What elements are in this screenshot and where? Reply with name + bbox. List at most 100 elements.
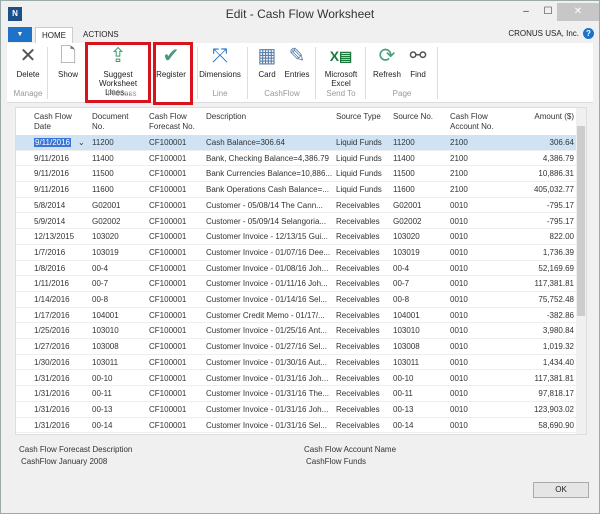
cell-source-no[interactable]: 103011 [393, 358, 419, 367]
cell-account-no[interactable]: 0010 [450, 389, 468, 398]
cell-account-no[interactable]: 2100 [450, 138, 468, 147]
cell-amount[interactable]: 10,886.31 [506, 169, 574, 178]
cell-document-no[interactable]: 00-11 [92, 389, 112, 398]
table-row[interactable]: 1/14/2016 00-8 CF100001 Customer Invoice - … [16, 292, 577, 308]
table-row[interactable]: 9/11/2016 11400 CF100001 Bank, Checking Bal… [16, 151, 577, 167]
table-row[interactable]: 1/11/2016 00-7 CF100001 Customer Invoice - … [16, 276, 577, 292]
cell-date[interactable]: 1/31/2016 [34, 374, 70, 383]
cell-date[interactable]: 12/13/2015 [34, 232, 74, 241]
help-icon[interactable]: ? [583, 28, 594, 39]
refresh-button[interactable]: ⟳ Refresh [371, 43, 403, 79]
cell-date[interactable]: 1/25/2016 [34, 326, 70, 335]
cell-document-no[interactable]: 00-14 [92, 421, 112, 430]
cell-document-no[interactable]: 00-10 [92, 374, 112, 383]
cell-source-type[interactable]: Liquid Funds [336, 138, 382, 147]
cell-source-type[interactable]: Receivables [336, 405, 380, 414]
cell-source-no[interactable]: G02001 [393, 201, 421, 210]
cell-source-no[interactable]: 00-4 [393, 264, 409, 273]
cell-description[interactable]: Customer Invoice - 01/30/16 Aut... [206, 358, 332, 367]
header-forecast-no[interactable]: Cash Flow Forecast No. [149, 112, 199, 132]
header-source-type[interactable]: Source Type [336, 112, 381, 122]
cell-document-no[interactable]: 103008 [92, 342, 119, 351]
app-menu-button[interactable]: ▼ [8, 27, 32, 42]
cell-document-no[interactable]: 11400 [92, 154, 114, 163]
cell-document-no[interactable]: 00-13 [92, 405, 112, 414]
cell-source-no[interactable]: 103019 [393, 248, 420, 257]
cell-amount[interactable]: 117,381.81 [506, 374, 574, 383]
cell-document-no[interactable]: 103010 [92, 326, 119, 335]
cell-amount[interactable]: 3,980.84 [506, 326, 574, 335]
cell-source-type[interactable]: Receivables [336, 342, 380, 351]
cell-account-no[interactable]: 0010 [450, 201, 468, 210]
cell-amount[interactable]: -795.17 [506, 217, 574, 226]
cell-date[interactable]: 9/11/2016 [34, 169, 69, 178]
scrollbar-thumb[interactable] [577, 126, 585, 316]
cell-source-type[interactable]: Receivables [336, 232, 380, 241]
cell-description[interactable]: Customer Invoice - 01/27/16 Sel... [206, 342, 332, 351]
cell-description[interactable]: Bank Currencies Balance=10,886.... [206, 169, 332, 178]
cell-document-no[interactable]: G02002 [92, 217, 120, 226]
tab-actions[interactable]: ACTIONS [77, 27, 125, 43]
ok-button[interactable]: OK [533, 482, 589, 498]
cell-forecast-no[interactable]: CF100001 [149, 138, 186, 147]
cell-amount[interactable]: 52,169.69 [506, 264, 574, 273]
show-button[interactable]: 🗋 Show [55, 43, 81, 79]
cell-account-no[interactable]: 0010 [450, 326, 468, 335]
cell-amount[interactable]: 405,032.77 [506, 185, 574, 194]
cell-document-no[interactable]: 103020 [92, 232, 119, 241]
cell-source-type[interactable]: Liquid Funds [336, 185, 382, 194]
table-row[interactable]: 1/31/2016 00-10 CF100001 Customer Invoice -… [16, 371, 577, 387]
cell-date[interactable]: 1/8/2016 [34, 264, 65, 273]
cell-source-type[interactable]: Receivables [336, 374, 380, 383]
cell-account-no[interactable]: 2100 [450, 154, 468, 163]
cell-description[interactable]: Customer Invoice - 01/08/16 Joh... [206, 264, 332, 273]
cell-document-no[interactable]: 103011 [92, 358, 118, 367]
cell-document-no[interactable]: 11600 [92, 185, 114, 194]
table-row[interactable]: 1/30/2016 103011 CF100001 Customer Invoice … [16, 355, 577, 371]
table-row[interactable]: 12/13/2015 103020 CF100001 Customer Invoice… [16, 229, 577, 245]
cell-source-no[interactable]: 00-14 [393, 421, 413, 430]
cell-forecast-no[interactable]: CF100001 [149, 232, 186, 241]
cell-amount[interactable]: 75,752.48 [506, 295, 574, 304]
cell-source-no[interactable]: 00-11 [393, 389, 413, 398]
header-document-no[interactable]: Document No. [92, 112, 140, 132]
cell-date[interactable]: 1/31/2016 [34, 389, 70, 398]
cell-date[interactable]: 1/31/2016 [34, 421, 70, 430]
cell-account-no[interactable]: 0010 [450, 217, 468, 226]
table-row[interactable]: 1/27/2016 103008 CF100001 Customer Invoice … [16, 339, 577, 355]
header-account-no[interactable]: Cash Flow Account No. [450, 112, 502, 132]
cell-source-no[interactable]: 11600 [393, 185, 415, 194]
table-row[interactable]: 1/25/2016 103010 CF100001 Customer Invoice … [16, 323, 577, 340]
cell-date[interactable]: 1/31/2016 [34, 405, 70, 414]
table-row[interactable]: 1/17/2016 104001 CF100001 Customer Credit M… [16, 308, 577, 324]
table-row[interactable]: 5/8/2014 G02001 CF100001 Customer - 05/08/1… [16, 198, 577, 214]
cell-amount[interactable]: 1,019.32 [506, 342, 574, 351]
cell-description[interactable]: Customer Invoice - 01/11/16 Joh... [206, 279, 332, 288]
cell-source-no[interactable]: 104001 [393, 311, 420, 320]
cell-account-no[interactable]: 0010 [450, 358, 468, 367]
cell-amount[interactable]: -382.86 [506, 311, 574, 320]
cell-document-no[interactable]: 11500 [92, 169, 114, 178]
cell-source-no[interactable]: 00-10 [393, 374, 413, 383]
cell-date[interactable]: 9/11/2016 [34, 185, 69, 194]
table-row[interactable]: 1/31/2016 00-11 CF100001 Customer Invoice -… [16, 386, 577, 402]
cell-amount[interactable]: -795.17 [506, 201, 574, 210]
cell-forecast-no[interactable]: CF100001 [149, 405, 186, 414]
cell-forecast-no[interactable]: CF100001 [149, 326, 186, 335]
cell-forecast-no[interactable]: CF100001 [149, 295, 186, 304]
cell-account-no[interactable]: 0010 [450, 342, 468, 351]
cell-forecast-no[interactable]: CF100001 [149, 311, 186, 320]
cell-forecast-no[interactable]: CF100001 [149, 248, 186, 257]
cell-amount[interactable]: 1,434.40 [506, 358, 574, 367]
cell-description[interactable]: Cash Balance=306.64 [206, 138, 332, 147]
table-row[interactable]: 1/31/2016 00-13 CF100001 Customer Invoice -… [16, 402, 577, 418]
header-amount[interactable]: Amount ($) [514, 112, 574, 122]
cell-date[interactable]: 5/9/2014 [34, 217, 65, 226]
cell-document-no[interactable]: 11200 [92, 138, 114, 147]
cell-source-type[interactable]: Receivables [336, 248, 380, 257]
cell-source-type[interactable]: Receivables [336, 295, 380, 304]
cell-date[interactable]: 9/11/2016 [34, 138, 71, 147]
entries-button[interactable]: ✎ Entries [283, 43, 311, 79]
table-row[interactable]: 5/9/2014 G02002 CF100001 Customer - 05/09/1… [16, 214, 577, 230]
find-button[interactable]: ⚯ Find [407, 43, 429, 79]
